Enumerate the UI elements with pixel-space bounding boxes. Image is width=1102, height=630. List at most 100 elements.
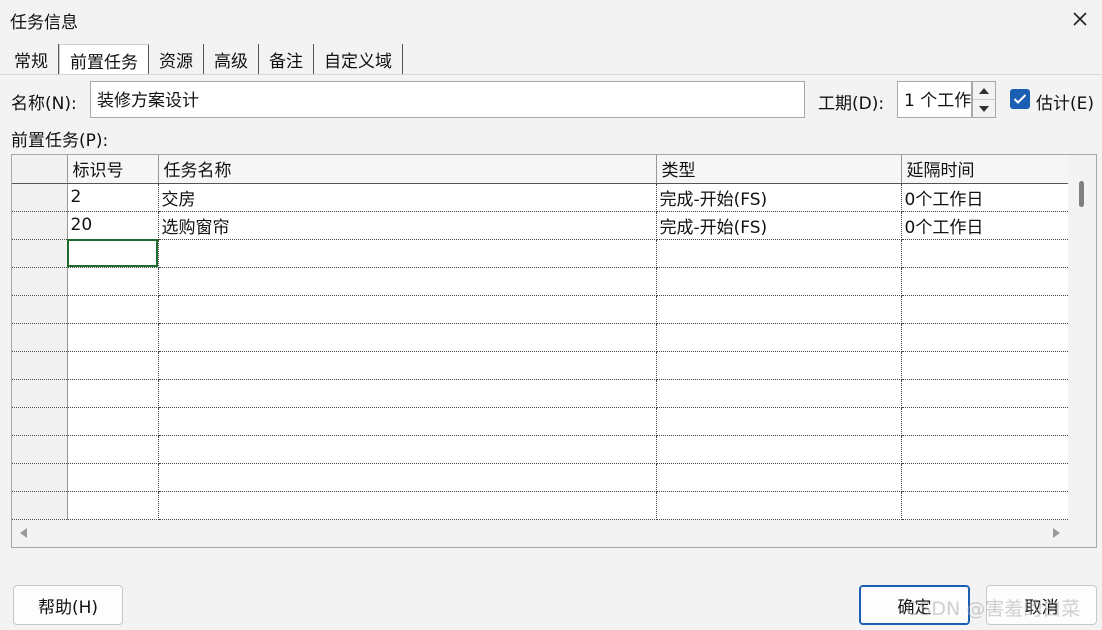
duration-spinner	[972, 81, 996, 118]
row-header[interactable]	[12, 463, 68, 492]
help-button[interactable]: 帮助(H)	[13, 585, 123, 625]
row-header[interactable]	[12, 323, 68, 352]
cell-task-name[interactable]	[158, 379, 657, 408]
row-header[interactable]	[12, 295, 68, 324]
cell-task-name[interactable]: 选购窗帘	[158, 211, 657, 240]
task-name-input[interactable]: 装修方案设计	[90, 81, 805, 118]
cell-task-name[interactable]	[158, 295, 657, 324]
scroll-left-icon[interactable]	[20, 528, 28, 538]
tab-general[interactable]: 常规	[4, 44, 59, 75]
cancel-button[interactable]: 取消	[986, 585, 1097, 625]
predecessors-table: 标识号 任务名称 类型 延隔时间 2 交房 完成-开始(FS) 0个工作日 20	[12, 155, 1070, 547]
row-header[interactable]	[12, 491, 68, 520]
tab-notes[interactable]: 备注	[259, 44, 314, 75]
col-header-id[interactable]: 标识号	[67, 155, 159, 184]
cell-id[interactable]	[67, 267, 159, 296]
cell-id[interactable]	[67, 379, 159, 408]
cell-type[interactable]: 完成-开始(FS)	[656, 183, 902, 212]
close-button[interactable]	[1064, 4, 1096, 34]
cell-lag[interactable]	[901, 463, 1070, 492]
cell-id[interactable]: 2	[67, 183, 159, 212]
cell-task-name[interactable]: 交房	[158, 183, 657, 212]
tab-strip: 常规 前置任务 资源 高级 备注 自定义域	[4, 44, 403, 75]
row-header[interactable]	[12, 267, 68, 296]
cell-lag[interactable]	[901, 239, 1070, 268]
spin-up-button[interactable]	[973, 82, 995, 100]
cell-type[interactable]	[656, 323, 902, 352]
name-label: 名称(N):	[11, 94, 77, 114]
cell-type[interactable]	[656, 407, 902, 436]
cell-type[interactable]	[656, 463, 902, 492]
cell-task-name[interactable]	[158, 267, 657, 296]
row-header[interactable]	[12, 351, 68, 380]
cell-type[interactable]: 完成-开始(FS)	[656, 211, 902, 240]
table-row	[12, 323, 1070, 352]
cell-id-active[interactable]	[67, 239, 159, 268]
cell-id[interactable]	[67, 295, 159, 324]
cell-task-name[interactable]	[158, 435, 657, 464]
predecessors-grid: 标识号 任务名称 类型 延隔时间 2 交房 完成-开始(FS) 0个工作日 20	[11, 154, 1097, 548]
cell-task-name[interactable]	[158, 351, 657, 380]
table-row: 20 选购窗帘 完成-开始(FS) 0个工作日	[12, 211, 1070, 240]
vertical-scroll-thumb[interactable]	[1079, 181, 1084, 207]
row-header[interactable]	[12, 211, 68, 240]
cell-type[interactable]	[656, 239, 902, 268]
vertical-scrollbar[interactable]	[1068, 155, 1096, 521]
cell-lag[interactable]	[901, 295, 1070, 324]
cell-type[interactable]	[656, 351, 902, 380]
cell-lag[interactable]	[901, 435, 1070, 464]
row-header[interactable]	[12, 435, 68, 464]
ok-button[interactable]: 确定	[859, 585, 970, 625]
cell-lag[interactable]	[901, 379, 1070, 408]
duration-label: 工期(D):	[818, 94, 885, 114]
cell-id[interactable]	[67, 407, 159, 436]
cell-lag[interactable]	[901, 323, 1070, 352]
table-row: 2 交房 完成-开始(FS) 0个工作日	[12, 183, 1070, 212]
table-row	[12, 435, 1070, 464]
cell-task-name[interactable]	[158, 463, 657, 492]
cell-lag[interactable]: 0个工作日	[901, 183, 1070, 212]
cell-type[interactable]	[656, 295, 902, 324]
estimate-checkbox[interactable]	[1010, 89, 1030, 109]
cell-id[interactable]	[67, 351, 159, 380]
cell-lag[interactable]	[901, 491, 1070, 520]
table-row	[12, 379, 1070, 408]
checkmark-icon	[1013, 94, 1027, 104]
tab-advanced[interactable]: 高级	[204, 44, 259, 75]
col-header-lag[interactable]: 延隔时间	[901, 155, 1070, 184]
row-header[interactable]	[12, 379, 68, 408]
cell-task-name[interactable]	[158, 491, 657, 520]
row-header[interactable]	[12, 239, 68, 268]
corner-cell[interactable]	[12, 155, 68, 184]
cell-type[interactable]	[656, 491, 902, 520]
tab-custom-fields[interactable]: 自定义域	[314, 44, 403, 75]
cell-task-name[interactable]	[158, 239, 657, 268]
cell-type[interactable]	[656, 435, 902, 464]
scroll-right-icon[interactable]	[1052, 528, 1060, 538]
tab-predecessors[interactable]: 前置任务	[59, 44, 149, 75]
cell-id[interactable]	[67, 491, 159, 520]
cell-id[interactable]	[67, 463, 159, 492]
cell-lag[interactable]	[901, 351, 1070, 380]
cell-lag[interactable]: 0个工作日	[901, 211, 1070, 240]
cell-id[interactable]	[67, 323, 159, 352]
spin-down-button[interactable]	[973, 100, 995, 118]
row-header[interactable]	[12, 407, 68, 436]
col-header-task-name[interactable]: 任务名称	[158, 155, 657, 184]
cell-type[interactable]	[656, 267, 902, 296]
cell-id[interactable]	[67, 435, 159, 464]
grid-body: 2 交房 完成-开始(FS) 0个工作日 20 选购窗帘 完成-开始(FS) 0…	[12, 183, 1070, 547]
cell-type[interactable]	[656, 379, 902, 408]
horizontal-scrollbar[interactable]	[12, 520, 1096, 547]
cell-lag[interactable]	[901, 407, 1070, 436]
row-header[interactable]	[12, 183, 68, 212]
cell-lag[interactable]	[901, 267, 1070, 296]
col-header-type[interactable]: 类型	[656, 155, 902, 184]
table-row	[12, 295, 1070, 324]
cell-task-name[interactable]	[158, 407, 657, 436]
tab-resources[interactable]: 资源	[149, 44, 204, 75]
duration-input[interactable]: 1 个工作日	[897, 81, 972, 118]
cell-task-name[interactable]	[158, 323, 657, 352]
title-bar: 任务信息	[0, 0, 1102, 40]
cell-id[interactable]: 20	[67, 211, 159, 240]
